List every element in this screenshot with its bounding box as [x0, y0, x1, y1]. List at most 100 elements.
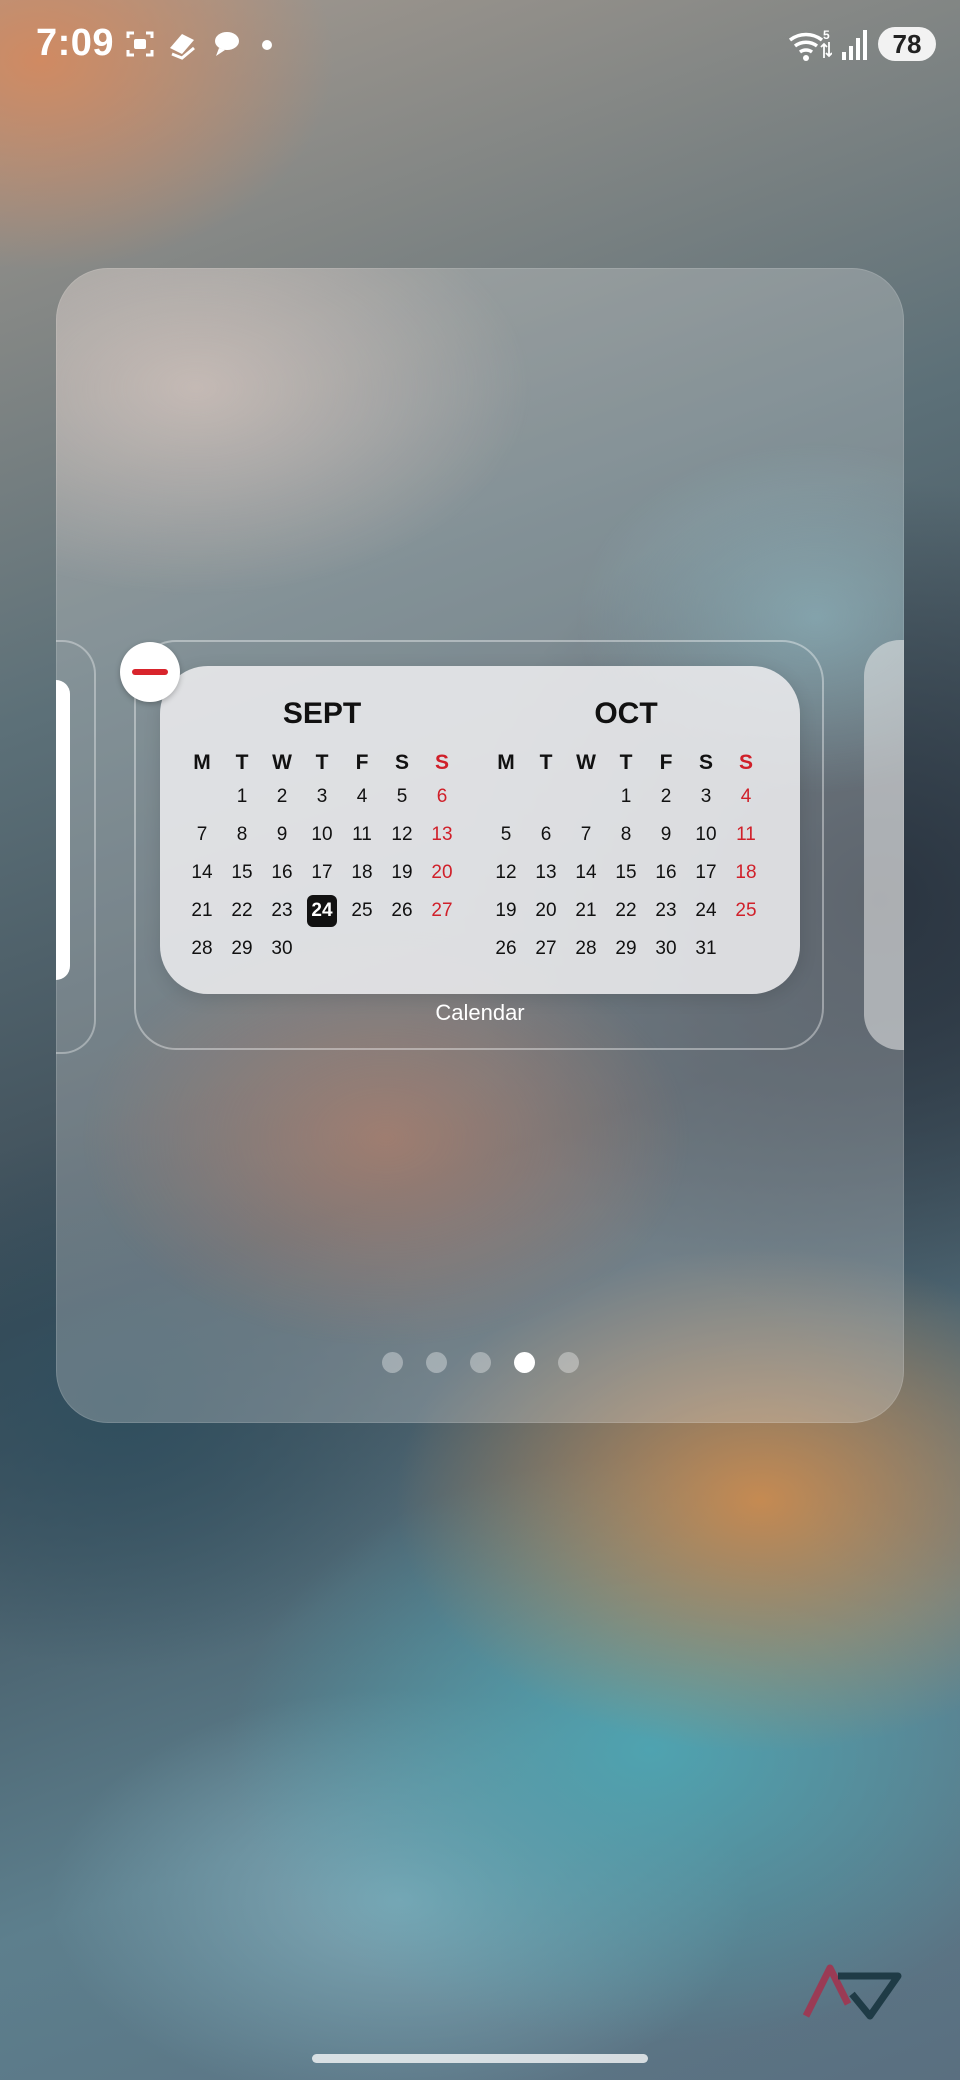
day-cell: 14 — [575, 862, 597, 883]
wifi-5-icon: 5 — [788, 28, 832, 61]
day-cell-today: 24 — [302, 892, 342, 930]
day-cell: 7 — [196, 824, 208, 845]
page-dot[interactable] — [425, 1352, 447, 1373]
day-cell: 12 — [495, 862, 517, 883]
screenshot-icon — [126, 31, 154, 57]
day-cell: 15 — [231, 862, 253, 883]
day-cell: 9 — [276, 824, 288, 845]
day-cell-sunday: 27 — [431, 900, 453, 921]
weekday-label: W — [576, 751, 596, 774]
day-cell: 21 — [191, 900, 213, 921]
page-dot[interactable] — [469, 1352, 491, 1373]
day-cell: 22 — [231, 900, 253, 921]
day-cell — [566, 778, 606, 816]
day-cell: 16 — [271, 862, 293, 883]
weekday-label: W — [272, 751, 292, 774]
page-dot[interactable] — [557, 1352, 579, 1373]
weekday-label: M — [497, 751, 515, 774]
day-cell: 1 — [620, 786, 632, 807]
day-cell: 29 — [615, 938, 637, 959]
month-title: OCT — [594, 697, 658, 730]
week-row: 12 13 14 15 16 17 18 — [486, 854, 766, 892]
day-cell: 6 — [540, 824, 552, 845]
week-row: 28 29 30 — [182, 930, 462, 968]
day-cell: 17 — [311, 862, 333, 883]
home-gesture-bar[interactable] — [312, 2054, 648, 2063]
week-row: 1 2 3 4 — [486, 778, 766, 816]
day-cell: 10 — [311, 824, 333, 845]
weekday-label: M — [193, 751, 211, 774]
day-cell: 22 — [615, 900, 637, 921]
week-row: 5 6 7 8 9 10 11 — [486, 816, 766, 854]
day-cell: 21 — [575, 900, 597, 921]
day-cell — [302, 930, 342, 968]
weekday-label: F — [355, 751, 369, 774]
weekday-label: S — [698, 751, 713, 774]
next-widget-preview[interactable] — [864, 640, 904, 1050]
week-row: 1 2 3 4 5 6 — [182, 778, 462, 816]
day-cell: 20 — [535, 900, 557, 921]
day-cell — [526, 778, 566, 816]
day-cell: 27 — [535, 938, 557, 959]
day-cell: 5 — [500, 824, 512, 845]
remove-widget-button[interactable] — [120, 642, 180, 702]
day-cell: 16 — [655, 862, 677, 883]
month-title: SEPT — [282, 697, 362, 730]
day-cell: 7 — [580, 824, 592, 845]
day-cell-sunday — [726, 930, 766, 968]
day-cell-sunday: 11 — [736, 824, 756, 845]
weekday-label: F — [659, 751, 673, 774]
day-cell-sunday: 4 — [740, 786, 752, 807]
day-cell: 29 — [231, 938, 253, 959]
weekday-header: M T W T F S S — [486, 748, 766, 778]
status-bar: 7:09 5 78 — [0, 0, 960, 90]
layers-app-icon — [170, 34, 195, 60]
day-cell: 28 — [191, 938, 213, 959]
day-cell: 26 — [495, 938, 517, 959]
day-cell: 4 — [356, 786, 368, 807]
page-dot[interactable] — [381, 1352, 403, 1373]
day-cell: 2 — [276, 786, 288, 807]
weekday-label: T — [619, 751, 633, 774]
watermark-logo-icon — [802, 1964, 902, 2020]
day-cell: 19 — [391, 862, 413, 883]
weekday-label: S — [394, 751, 409, 774]
day-cell-sunday: 25 — [735, 900, 757, 921]
svg-text:5: 5 — [823, 28, 830, 42]
day-cell-sunday: 6 — [436, 786, 448, 807]
page-indicator[interactable] — [0, 1352, 960, 1374]
day-cell: 30 — [655, 938, 677, 959]
week-row: 26 27 28 29 30 31 — [486, 930, 766, 968]
day-cell-sunday — [422, 930, 462, 968]
day-cell: 10 — [695, 824, 717, 845]
day-cell: 13 — [535, 862, 557, 883]
notification-dot — [262, 40, 272, 50]
week-row: 14 15 16 17 18 19 20 — [182, 854, 462, 892]
status-time: 7:09 — [36, 22, 115, 64]
day-cell: 24 — [695, 900, 717, 921]
day-cell: 12 — [391, 824, 413, 845]
day-cell: 9 — [660, 824, 672, 845]
day-cell: 5 — [396, 786, 408, 807]
calendar-widget[interactable]: SEPT M T W T F S S 1 2 3 4 5 6 7 8 9 10 … — [160, 666, 800, 994]
week-row: 21 22 23 24 25 26 27 — [182, 892, 462, 930]
day-cell: 3 — [316, 786, 328, 807]
page-dot-active[interactable] — [513, 1352, 535, 1373]
weekday-label-sunday: S — [434, 751, 449, 774]
day-cell: 31 — [695, 938, 717, 959]
day-cell: 28 — [575, 938, 597, 959]
day-cell: 30 — [271, 938, 293, 959]
day-cell: 3 — [700, 786, 712, 807]
day-cell: 25 — [351, 900, 373, 921]
weekday-label: T — [235, 751, 249, 774]
day-cell: 23 — [655, 900, 677, 921]
previous-widget-preview[interactable] — [56, 680, 70, 980]
widget-name-label: Calendar — [435, 1000, 525, 1025]
weekday-label: T — [315, 751, 329, 774]
day-cell: 8 — [236, 824, 248, 845]
weekday-header: M T W T F S S — [182, 748, 462, 778]
weekday-label-sunday: S — [738, 751, 753, 774]
day-cell: 18 — [351, 862, 373, 883]
day-cell: 23 — [271, 900, 293, 921]
day-cell — [486, 778, 526, 816]
